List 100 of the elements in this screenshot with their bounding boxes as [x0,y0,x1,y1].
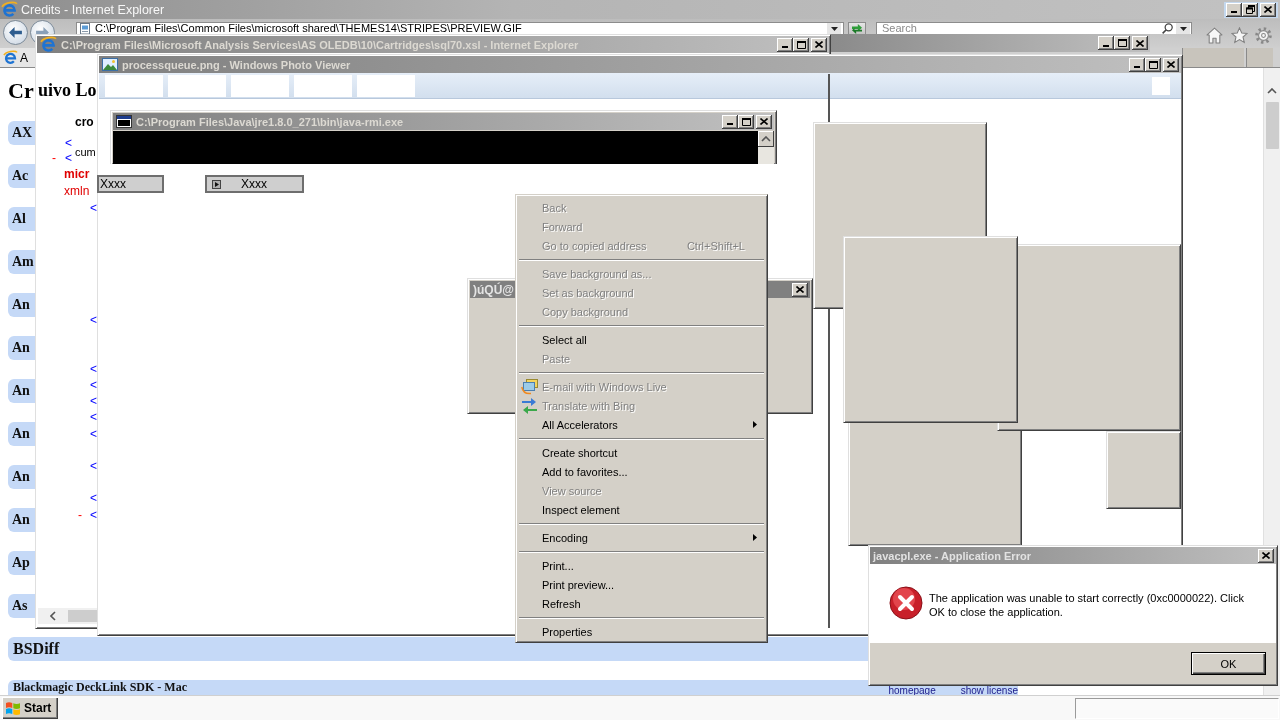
xml-text: < [90,410,97,424]
close-icon [1264,6,1272,13]
category-heading: An [8,379,35,403]
menu-item[interactable]: Encoding [518,528,765,547]
maximize-button[interactable] [793,37,809,52]
xml-text: cum [75,145,96,159]
chevron-up-icon [1267,88,1277,94]
xml-text: < [90,427,97,441]
minimize-button[interactable] [1129,57,1145,72]
back-button[interactable] [3,20,28,45]
caret-icon [830,26,838,31]
text-button[interactable]: Xxxx [205,175,304,193]
minimize-button[interactable] [1098,36,1114,50]
error-message: The application was unable to start correctly (0xc0000022). Click OK to close the application. [929,591,1245,619]
submenu-caret-icon [753,534,757,541]
category-heading: An [8,508,35,532]
minimize-icon [1134,66,1140,68]
minimize-icon [1231,11,1237,13]
scroll-up-button[interactable] [758,131,774,147]
menu-item[interactable]: Refresh [518,594,765,613]
browser-logo-icon [40,36,57,53]
search-field[interactable]: Search [876,22,1192,34]
category-heading: As [8,594,35,618]
chevron-left-icon [50,611,56,621]
search-icon[interactable] [1162,23,1173,34]
menu-item[interactable]: Select all [518,330,765,349]
maximize-button[interactable] [1114,36,1130,50]
restore-button[interactable] [1242,2,1258,17]
start-button[interactable]: Start [2,697,58,719]
browser-logo-icon [1,1,18,18]
xml-text: < [90,201,97,215]
category-heading: An [8,465,35,489]
xml-text: < [90,378,97,392]
xml-text: < [90,394,97,408]
category-heading: Am [8,250,35,274]
category-heading: Ac [8,164,35,188]
close-button[interactable] [756,114,772,129]
category-heading: Al [8,207,35,231]
xml-text: < [90,491,97,505]
scrollbar-thumb[interactable] [1265,102,1279,149]
restore-icon [1245,5,1255,14]
close-button[interactable] [811,37,827,52]
xml-text: < [65,136,72,150]
browser-logo-icon [3,50,18,65]
settings-icon[interactable] [1255,27,1272,44]
page-heading: uivo Lo [38,79,97,101]
close-button[interactable] [792,282,808,297]
flag-icon [5,700,21,716]
chevron-up-icon [761,136,771,142]
link[interactable]: show license [960,686,1018,695]
scrollbar-thumb[interactable] [68,610,97,622]
close-icon [796,286,804,293]
close-button[interactable] [1132,36,1148,50]
minimize-button[interactable] [1226,2,1242,17]
minimize-button[interactable] [777,37,793,52]
xml-text: cro [75,115,94,129]
window-title: )úQÚ@ [473,282,515,297]
scrollbar[interactable] [38,608,97,624]
ok-button[interactable]: OK [1191,652,1266,675]
xml-text: < [90,508,97,522]
left-arrow-icon [9,27,22,38]
close-button[interactable] [1258,548,1274,563]
close-button[interactable] [1163,57,1179,72]
close-icon [815,41,823,48]
maximize-button[interactable] [1145,57,1161,72]
maximize-button[interactable] [738,114,754,129]
xml-text: xmln [64,184,90,198]
category-heading: BSDiff [8,637,868,661]
category-heading: Blackmagic DeckLink SDK - Mac [13,680,187,694]
dropdown-button[interactable] [827,23,841,34]
close-button[interactable] [1260,2,1276,17]
xml-text: < [90,459,97,473]
dropdown-button[interactable] [1176,23,1190,34]
star-icon[interactable] [1231,27,1248,44]
caret-icon [1179,26,1187,31]
minimize-button[interactable] [722,114,738,129]
menu-item[interactable]: Add to favorites... [518,462,765,481]
go-button[interactable] [848,22,866,34]
link[interactable]: homepage [888,686,936,695]
console-icon [116,115,132,128]
text-button[interactable]: Xxxx [97,175,164,193]
home-icon[interactable] [1206,27,1223,44]
menu-item[interactable]: Create shortcut [518,443,765,462]
arrows-icon [851,23,863,34]
error-icon [889,586,923,620]
scrollbar[interactable] [758,131,774,164]
menu-item[interactable]: Print preview... [518,575,765,594]
menu-item[interactable]: Print... [518,556,765,575]
menu-item[interactable]: Inspect element [518,500,765,519]
menu-item[interactable]: All Accelerators [518,415,765,434]
box-arrow-icon [212,179,221,189]
browser-tab[interactable]: A [0,48,35,67]
submenu-caret-icon [753,421,757,428]
close-icon [1262,552,1270,559]
category-heading: Ap [8,551,35,575]
stacked-windows-icon [521,378,538,395]
category-heading: An [8,422,35,446]
address-field[interactable]: C:\Program Files\Common Files\microsoft shared\THEMES14\STRIPES\PREVIEW.GIF [76,22,844,34]
window-title: javacpl.exe - Application Error [873,549,1031,562]
close-icon [1167,61,1175,68]
